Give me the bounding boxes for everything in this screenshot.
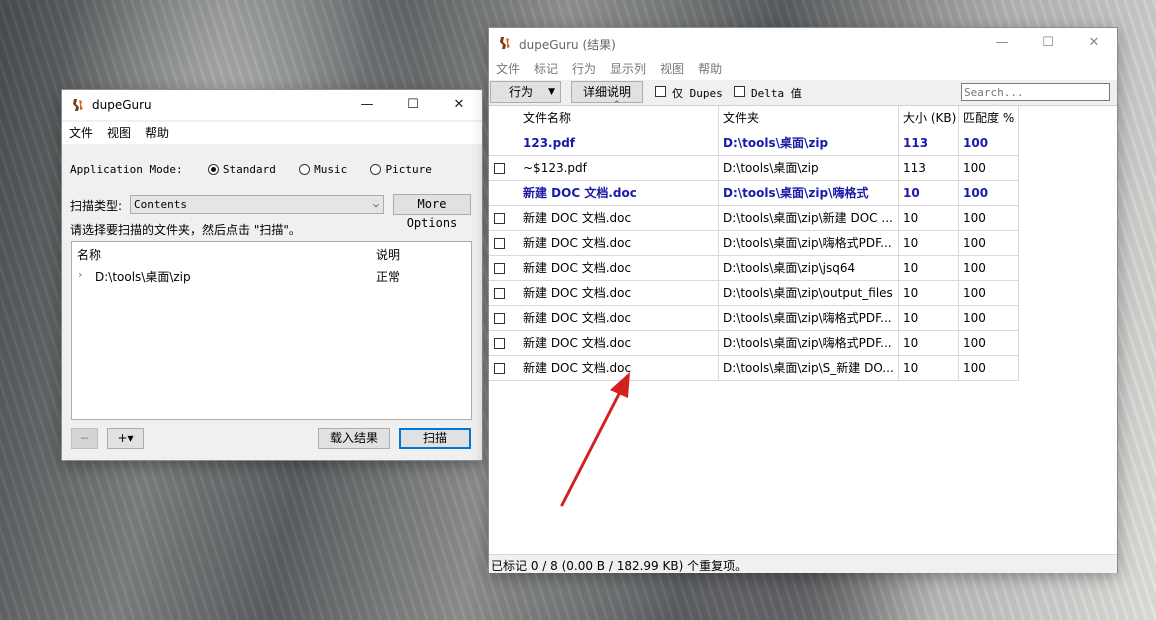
- arrow-shaft: [560, 390, 622, 507]
- annotation-arrow: [560, 372, 630, 507]
- arrow-head: [610, 372, 630, 398]
